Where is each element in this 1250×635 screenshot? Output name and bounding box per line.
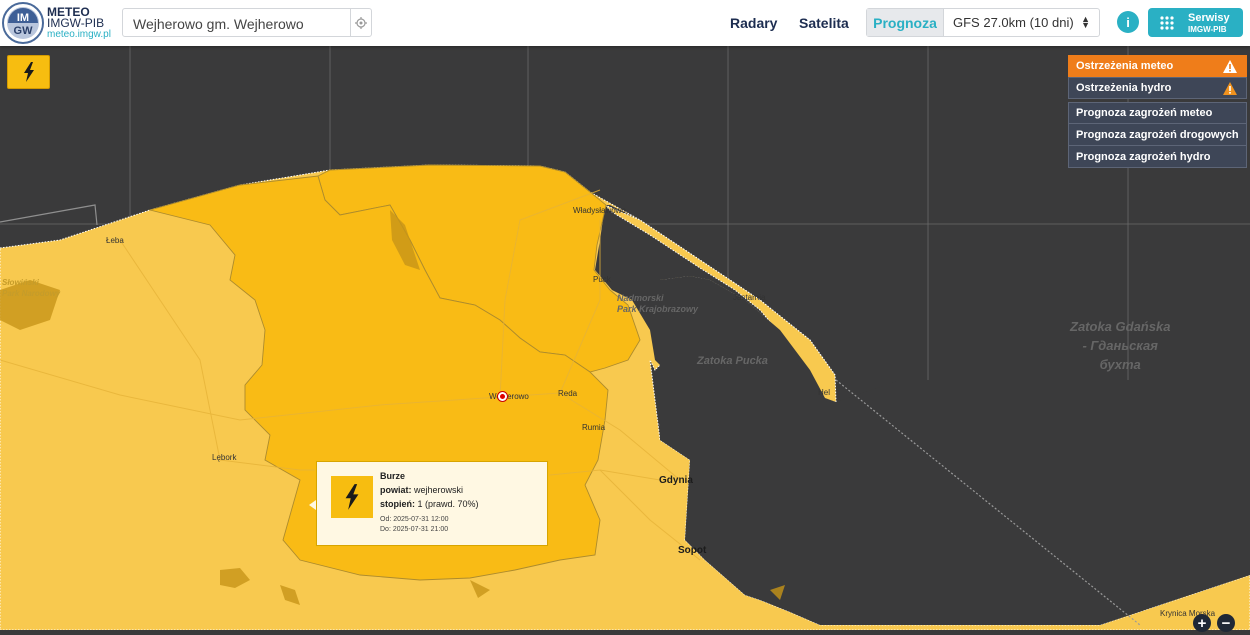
- place-lebork: Lębork: [212, 453, 237, 462]
- menu-road-threat-forecast[interactable]: Prognoza zagrożeń drogowych: [1068, 124, 1247, 146]
- map-svg: [0, 46, 1250, 631]
- popup-pointer: [309, 500, 316, 510]
- popup-dates: Od: 2025-07-31 12:00 Do: 2025-07-31 21:0…: [380, 515, 449, 535]
- svg-text:IM: IM: [17, 12, 29, 24]
- popup-level-label: stopień:: [380, 499, 415, 509]
- place-bay-puck: Zatoka Pucka: [697, 355, 768, 367]
- popup-county-label: powiat:: [380, 485, 412, 495]
- zoom-out-button[interactable]: −: [1217, 614, 1235, 632]
- svg-text:GW: GW: [14, 25, 34, 37]
- services-sublabel: IMGW-PIB: [1188, 25, 1227, 34]
- location-target-icon[interactable]: [350, 9, 371, 36]
- menu-hydro-threat-forecast[interactable]: Prognoza zagrożeń hydro: [1068, 146, 1247, 168]
- menu-hydro-threat-label: Prognoza zagrożeń hydro: [1076, 150, 1211, 163]
- place-wladyslawowo: Władysławowo: [573, 206, 626, 215]
- lightning-icon: [345, 484, 359, 510]
- menu-meteo-threat-label: Prognoza zagrożeń meteo: [1076, 107, 1213, 119]
- nav-satellite[interactable]: Satelita: [799, 15, 849, 31]
- menu-road-threat-label: Prognoza zagrożeń drogowych: [1076, 128, 1239, 141]
- zoom-in-button[interactable]: +: [1193, 614, 1211, 632]
- brand-url: meteo.imgw.pl: [47, 29, 111, 40]
- model-select-value: GFS 27.0km (10 dni): [953, 15, 1074, 30]
- place-puck: Puck: [593, 275, 611, 284]
- warnings-menu: Ostrzeżenia meteo Ostrzeżenia hydro Prog…: [1068, 55, 1247, 168]
- forecast-group: Prognoza GFS 27.0km (10 dni) ▲ ▼: [866, 8, 1100, 37]
- imgw-logo[interactable]: IM GW: [2, 2, 44, 44]
- place-bay-gdansk: Zatoka Gdańska - Гданьская бухта: [1070, 319, 1171, 372]
- nav-forecast[interactable]: Prognoza: [867, 9, 944, 36]
- place-park: Nadmorski Park Krajobrazowy: [617, 293, 699, 314]
- map-canvas[interactable]: Władysławowo Łeba Puck Jastarnia Hel Red…: [0, 46, 1250, 631]
- lightning-icon: [23, 62, 34, 82]
- menu-meteo-warnings-label: Ostrzeżenia meteo: [1076, 60, 1174, 72]
- location-search-input[interactable]: [131, 13, 350, 35]
- place-sopot: Sopot: [678, 545, 707, 556]
- warning-icon: [1223, 60, 1237, 73]
- menu-meteo-warnings[interactable]: Ostrzeżenia meteo: [1068, 55, 1247, 77]
- popup-from: 2025-07-31 12:00: [393, 516, 449, 523]
- brand-text[interactable]: METEO IMGW-PIB meteo.imgw.pl: [47, 6, 111, 40]
- menu-meteo-threat-forecast[interactable]: Prognoza zagrożeń meteo: [1068, 102, 1247, 124]
- storm-warning-button[interactable]: [7, 55, 50, 89]
- place-jastarnia: Jastarnia: [733, 293, 766, 302]
- popup-level: 1 (prawd. 70%): [417, 499, 479, 509]
- place-leba: Łeba: [106, 236, 124, 245]
- nav-radar[interactable]: Radary: [730, 15, 777, 31]
- info-button[interactable]: i: [1117, 11, 1139, 33]
- model-select[interactable]: GFS 27.0km (10 dni) ▲ ▼: [944, 9, 1099, 36]
- brand-imgw: IMGW-PIB: [47, 16, 105, 30]
- popup-from-label: Od:: [380, 516, 392, 523]
- place-reda: Reda: [558, 389, 578, 398]
- popup-to-label: Do:: [380, 526, 391, 533]
- apps-grid-icon: [1160, 16, 1174, 30]
- info-icon: i: [1126, 14, 1130, 30]
- top-bar: IM GW METEO IMGW-PIB meteo.imgw.pl Radar…: [0, 0, 1250, 46]
- place-slowinski: Słowiński Park Narodowy: [2, 278, 61, 298]
- location-marker[interactable]: [497, 391, 508, 402]
- popup-storm-icon: [331, 476, 373, 518]
- menu-hydro-warnings[interactable]: Ostrzeżenia hydro: [1068, 77, 1247, 99]
- place-hel: Hel: [818, 388, 831, 397]
- location-search: [122, 8, 372, 37]
- place-rumia: Rumia: [582, 423, 606, 432]
- select-caret-icon: ▲ ▼: [1081, 14, 1090, 30]
- services-button[interactable]: Serwisy IMGW-PIB: [1148, 8, 1243, 37]
- place-wejherowo: Wejherowo: [489, 392, 529, 401]
- popup-title: Burze: [380, 471, 406, 481]
- popup-to: 2025-07-31 21:00: [392, 526, 449, 533]
- services-label: Serwisy: [1188, 12, 1230, 24]
- popup-county: wejherowski: [414, 485, 464, 495]
- menu-hydro-warnings-label: Ostrzeżenia hydro: [1076, 82, 1172, 94]
- warning-icon: [1223, 82, 1237, 95]
- place-gdynia: Gdynia: [659, 475, 693, 486]
- popup-details: Burze powiat: wejherowski stopień: 1 (pr…: [380, 469, 479, 511]
- warning-popup: Burze powiat: wejherowski stopień: 1 (pr…: [309, 461, 548, 546]
